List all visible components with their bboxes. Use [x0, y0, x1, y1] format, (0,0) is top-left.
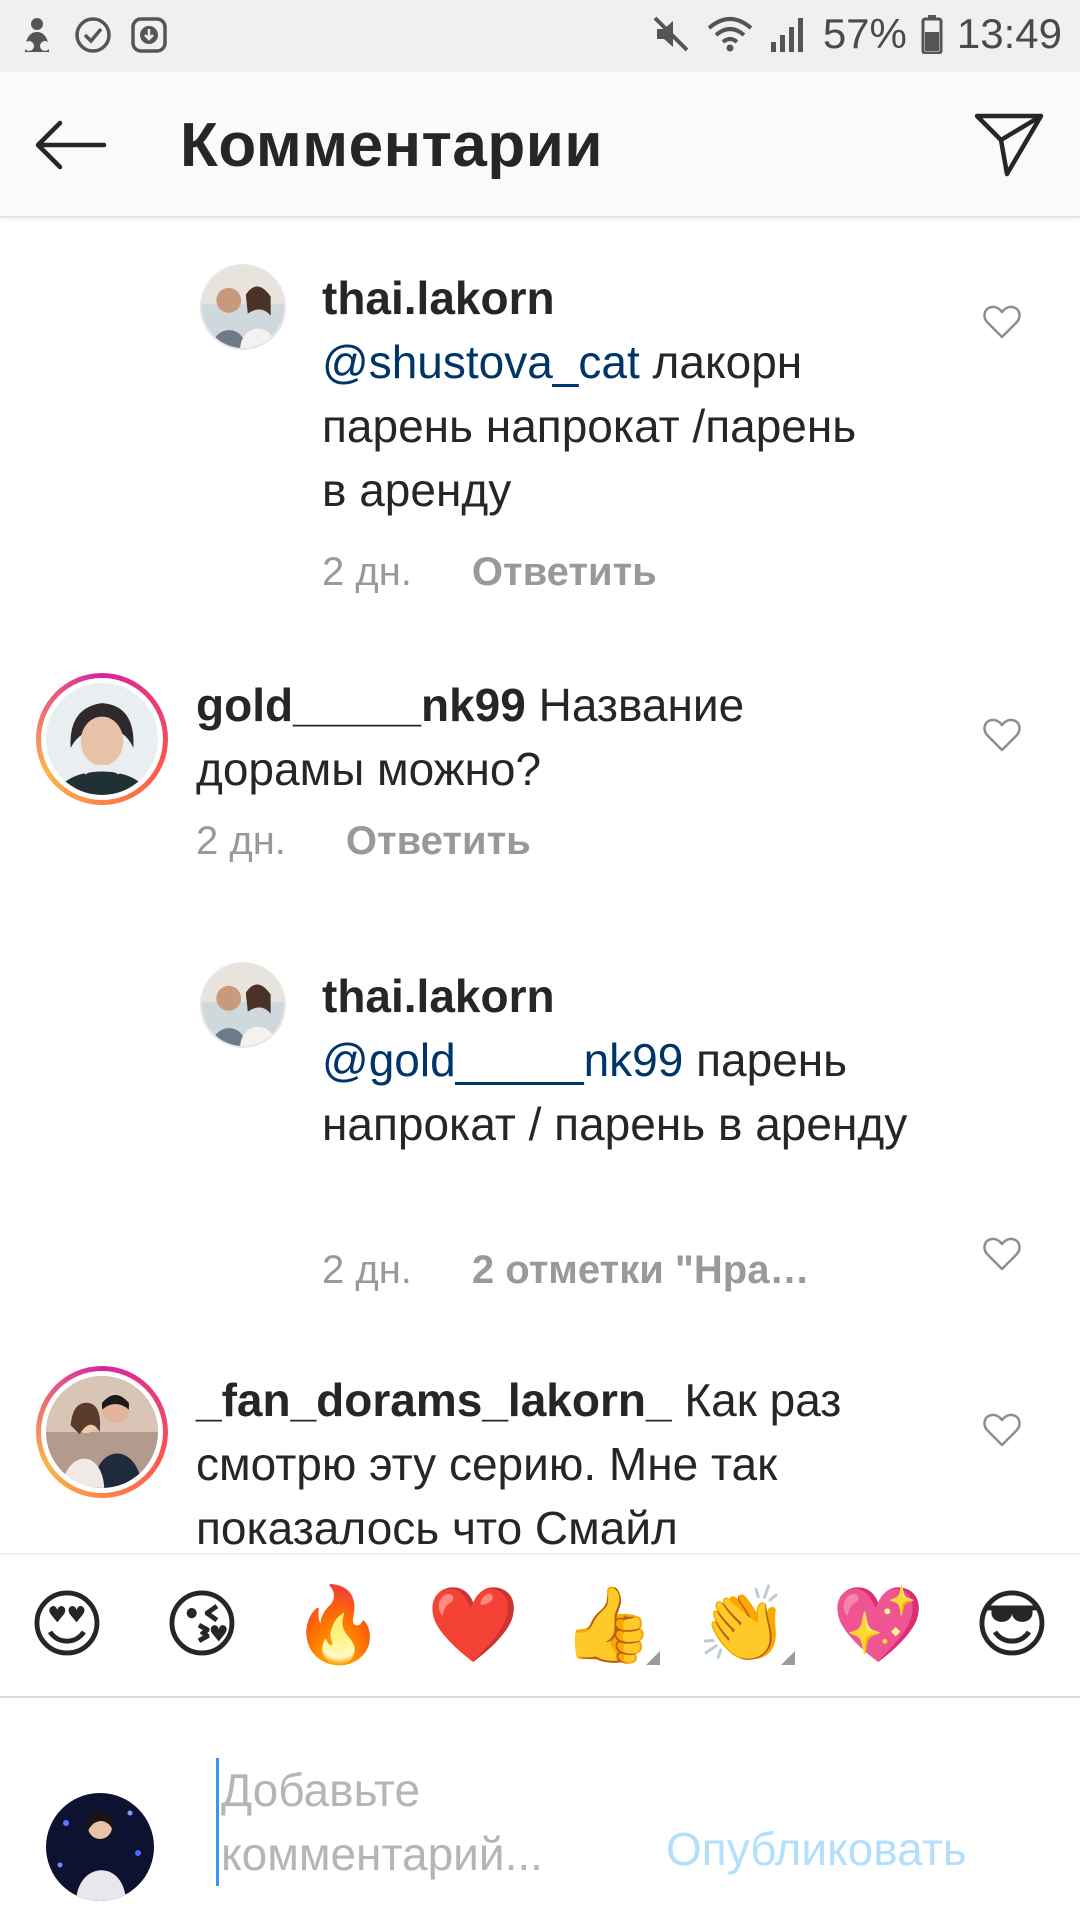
direct-send-icon: [974, 113, 1044, 177]
reply-button[interactable]: Ответить: [346, 819, 531, 864]
battery-icon: [921, 14, 943, 54]
comment-mention[interactable]: @gold_____nk99: [322, 1034, 683, 1086]
comment-item: thai.lakorn @gold_____nk99 парень напрок…: [0, 958, 1080, 1292]
comment-username[interactable]: thai.lakorn: [322, 970, 555, 1022]
current-user-avatar: [46, 1793, 154, 1901]
comment-text: _fan_dorams_lakorn_ Как раз смотрю эту с…: [196, 1368, 936, 1553]
clock: 13:49: [956, 10, 1062, 57]
reply-button[interactable]: Ответить: [472, 550, 657, 595]
avatar[interactable]: [200, 264, 286, 350]
like-heart-icon[interactable]: [982, 1410, 1022, 1450]
app-notification-icon: [16, 14, 58, 56]
emoji-kiss[interactable]: 😘: [157, 1580, 247, 1670]
emoji-quick-bar: 😍 😘 🔥 ❤️ 👍 👏 💖 😎: [0, 1553, 1080, 1698]
comment-composer: Добавьте комментарий... Опубликовать: [0, 1698, 1080, 1920]
download-icon: [128, 14, 170, 56]
comment-item: gold_____nk99 Название дорамы можно? 2 д…: [0, 673, 1080, 913]
emoji-sunglasses[interactable]: 😎: [967, 1580, 1057, 1670]
comment-item: thai.lakorn @shustova_cat лакорн парень …: [0, 218, 1080, 594]
emoji-red-heart[interactable]: ❤️: [427, 1580, 519, 1670]
header-bar: Комментарии: [0, 72, 1080, 218]
status-bar: 57% 13:49: [0, 0, 1080, 72]
battery-percent: 57%: [822, 10, 907, 57]
skin-tone-indicator: [781, 1651, 795, 1665]
comment-username[interactable]: gold_____nk99: [196, 679, 526, 731]
avatar[interactable]: [200, 962, 286, 1048]
comment-username[interactable]: _fan_dorams_lakorn_: [196, 1374, 672, 1426]
check-circle-icon: [72, 14, 114, 56]
comment-time: 2 дн.: [322, 1248, 412, 1292]
skin-tone-indicator: [646, 1651, 660, 1665]
comment-meta: 2 дн. Ответить: [322, 550, 657, 595]
like-heart-icon[interactable]: [982, 302, 1022, 342]
comment-text: gold_____nk99 Название дорамы можно?: [196, 673, 896, 801]
emoji-heart-eyes[interactable]: 😍: [22, 1580, 112, 1670]
comment-text: thai.lakorn @gold_____nk99 парень напрок…: [322, 964, 942, 1156]
emoji-fire[interactable]: 🔥: [292, 1580, 384, 1670]
likes-count-link[interactable]: 2 отметки "Нра…: [472, 1248, 810, 1293]
comment-item: _fan_dorams_lakorn_ Как раз смотрю эту с…: [0, 1366, 1080, 1553]
emoji-sparkling-heart[interactable]: 💖: [832, 1580, 924, 1670]
comment-time: 2 дн.: [322, 550, 412, 594]
emoji-clap[interactable]: 👏: [697, 1580, 789, 1670]
comment-mention[interactable]: @shustova_cat: [322, 336, 640, 388]
publish-button[interactable]: Опубликовать: [666, 1822, 967, 1876]
back-arrow-icon: [35, 120, 107, 170]
page-title: Комментарии: [180, 111, 604, 180]
mute-icon: [651, 14, 691, 54]
direct-send-button[interactable]: [966, 102, 1052, 188]
comment-meta: 2 дн. Ответить: [196, 819, 531, 864]
wifi-icon: [705, 14, 755, 54]
comments-list[interactable]: thai.lakorn @shustova_cat лакорн парень …: [0, 218, 1080, 1553]
avatar[interactable]: [36, 673, 168, 805]
like-heart-icon[interactable]: [982, 1234, 1022, 1274]
comment-meta: 2 дн. 2 отметки "Нра…: [322, 1248, 809, 1293]
comment-time: 2 дн.: [196, 819, 286, 863]
like-heart-icon[interactable]: [982, 715, 1022, 755]
comment-input[interactable]: Добавьте комментарий...: [216, 1758, 636, 1886]
back-button[interactable]: [30, 110, 110, 180]
comment-username[interactable]: thai.lakorn: [322, 272, 555, 324]
emoji-thumbs-up[interactable]: 👍: [562, 1580, 654, 1670]
signal-icon: [769, 14, 809, 54]
comment-text: thai.lakorn @shustova_cat лакорн парень …: [322, 266, 882, 522]
avatar[interactable]: [36, 1366, 168, 1498]
